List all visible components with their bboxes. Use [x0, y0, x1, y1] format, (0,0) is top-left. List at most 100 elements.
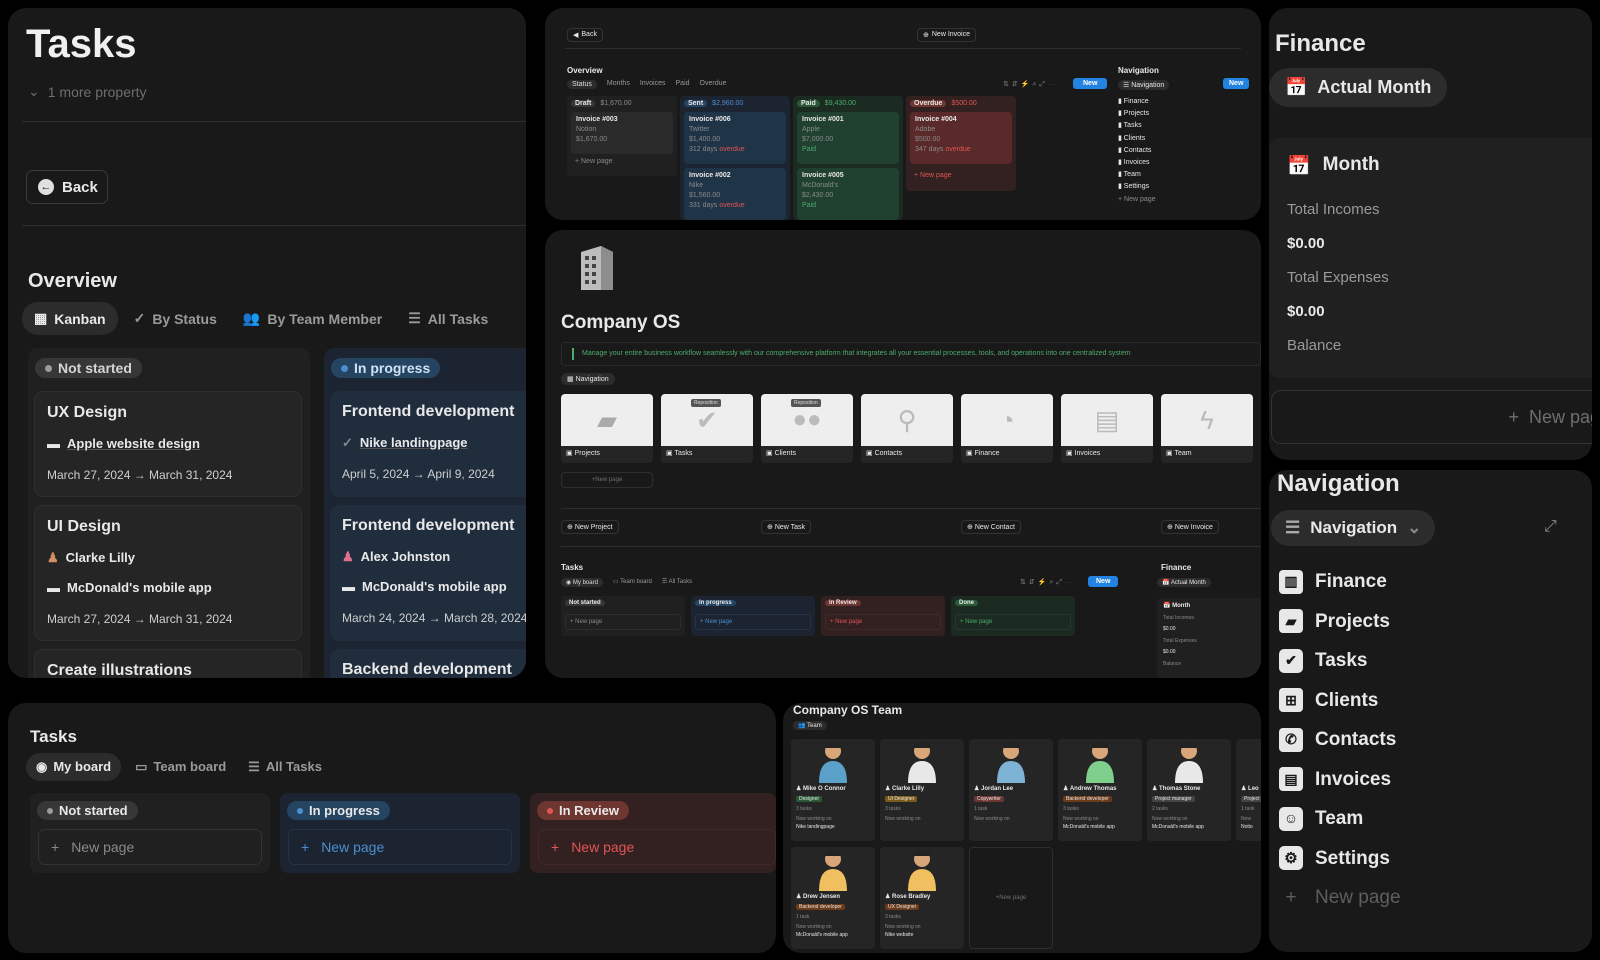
- task-card[interactable]: Backend development: [330, 649, 526, 678]
- navigation-tab[interactable]: ☰ Navigation: [1118, 80, 1170, 90]
- tab-kanban[interactable]: ▦ Kanban: [22, 302, 118, 335]
- tab-my-board[interactable]: ◉ My board: [26, 753, 122, 781]
- nav-item[interactable]: ▮ Team: [1118, 169, 1156, 181]
- invoice-card[interactable]: Invoice #004 Adobe $500.00 347 days overdue: [910, 112, 1012, 164]
- gallery-card-projects[interactable]: ▰ ▣ Projects: [561, 394, 653, 463]
- invoice-card[interactable]: Invoice #006 Twitter $1,400.00 312 days ove…: [684, 112, 786, 164]
- gallery-card-finance[interactable]: ◔ ▣ Finance: [961, 394, 1053, 463]
- nav-item-settings[interactable]: ⚙ Settings: [1279, 839, 1401, 879]
- new-page-button[interactable]: + New page: [288, 829, 512, 865]
- new-page-button[interactable]: + New page: [1118, 194, 1156, 206]
- gallery-card-invoices[interactable]: ▤ ▣ Invoices: [1061, 394, 1153, 463]
- tab-paid[interactable]: Paid: [676, 80, 690, 89]
- tab-by-status[interactable]: ✓ By Status: [124, 302, 227, 335]
- new-page-button[interactable]: + New page: [538, 829, 776, 865]
- nav-item[interactable]: ▮ Tasks: [1118, 120, 1156, 132]
- nav-list: ▥ Finance ▰ Projects ✔ Tasks ⊞ Clients ✆ Cont…: [1279, 562, 1401, 918]
- gallery-card-clients[interactable]: ●● Reposition ▣ Clients: [761, 394, 853, 463]
- new-invoice-button[interactable]: ⊕ New Invoice: [1161, 520, 1219, 534]
- team-member-card[interactable]: ♟ Drew Jensen Backend developer 1 task N…: [791, 847, 875, 949]
- nav-item[interactable]: ▮ Finance: [1118, 96, 1156, 108]
- status-badge: Sent: [684, 100, 708, 107]
- nav-item[interactable]: ▮ Invoices: [1118, 157, 1156, 169]
- nav-item-finance[interactable]: ▥ Finance: [1279, 562, 1401, 602]
- team-member-card[interactable]: ♟ Thomas Stone Project manager 2 tasks N…: [1147, 739, 1231, 841]
- nav-item-invoices[interactable]: ▤ Invoices: [1279, 760, 1401, 800]
- new-button[interactable]: New: [1088, 576, 1119, 587]
- invoice-card[interactable]: Invoice #001 Apple $7,000.00 Paid: [797, 112, 899, 164]
- team-tab[interactable]: 👥 Team: [793, 721, 827, 730]
- task-card[interactable]: UI Design ♟ Clarke Lilly ▬ McDonald's mobi…: [34, 505, 302, 641]
- nav-item-contacts[interactable]: ✆ Contacts: [1279, 720, 1401, 760]
- team-member-card[interactable]: ♟ Leo Project 1 task Now Notio: [1236, 739, 1261, 841]
- tab-overdue[interactable]: Overdue: [700, 80, 727, 89]
- gallery-card-contacts[interactable]: ⚲ ▣ Contacts: [861, 394, 953, 463]
- task-card[interactable]: Frontend development ✓ Nike landingpage A…: [330, 391, 526, 497]
- tab-team-board[interactable]: ▭ Team board: [613, 578, 652, 587]
- invoice-card[interactable]: Invoice #005 McDonald's $2,430.00 Paid: [797, 168, 899, 220]
- gallery-card-tasks[interactable]: ✔ Reposition ▣ Tasks: [661, 394, 753, 463]
- new-page-button[interactable]: + New page: [38, 829, 262, 865]
- month-card[interactable]: 📅 Month Total Incomes $0.00 Total Expense…: [1269, 138, 1592, 378]
- tab-all-tasks[interactable]: ☰ All Tasks: [398, 302, 498, 335]
- invoice-card[interactable]: Invoice #003 Notion $1,670.00: [571, 112, 673, 154]
- tab-months[interactable]: Months: [607, 80, 630, 89]
- tab-all-tasks[interactable]: ☰ All Tasks: [240, 753, 330, 781]
- task-card[interactable]: UX Design ▬ Apple website design March 27…: [34, 391, 302, 497]
- reposition-button[interactable]: Reposition: [791, 399, 821, 407]
- team-member-card[interactable]: ♟ Clarke Lilly UI Designer 3 tasks Now w…: [880, 739, 964, 841]
- more-property-toggle[interactable]: ⌄ 1 more property: [28, 83, 147, 100]
- team-member-card[interactable]: ♟ Mike O Connor Designer 3 tasks Now wor…: [791, 739, 875, 841]
- new-page-button[interactable]: + New page: [575, 158, 613, 165]
- tab-team-board[interactable]: ▭ Team board: [127, 753, 234, 781]
- new-page-button[interactable]: + New page: [969, 847, 1053, 949]
- invoice-card[interactable]: Invoice #002 Nike $1,560.00 331 days overdu…: [684, 168, 786, 220]
- new-button[interactable]: New: [1073, 78, 1108, 89]
- new-project-button[interactable]: ⊕ New Project: [561, 520, 619, 534]
- navigation-tab[interactable]: ☰ Navigation ⌄: [1271, 510, 1436, 546]
- gallery-card-team[interactable]: ϟ ▣ Team: [1161, 394, 1253, 463]
- new-task-button[interactable]: ⊕ New Task: [761, 520, 812, 534]
- team-member-card[interactable]: ♟ Andrew Thomas Backend developer 3 task…: [1058, 739, 1142, 841]
- nav-item[interactable]: ▮ Clients: [1118, 133, 1156, 145]
- nav-item-clients[interactable]: ⊞ Clients: [1279, 681, 1401, 721]
- new-page-button[interactable]: + New page: [825, 614, 941, 630]
- new-invoice-button[interactable]: ⊕ New Invoice: [917, 28, 977, 42]
- tab-my-board[interactable]: ◉ My board: [561, 578, 603, 587]
- new-page-button[interactable]: + New page: [695, 614, 811, 630]
- new-page-button[interactable]: + New page: [561, 472, 653, 488]
- back-button[interactable]: ← Back: [26, 170, 108, 204]
- avatar: [1147, 739, 1231, 783]
- nav-item[interactable]: ▮ Settings: [1118, 181, 1156, 193]
- tab-actual-month[interactable]: 📅 Actual Month: [1269, 68, 1448, 107]
- back-button[interactable]: ◀ Back: [567, 28, 603, 42]
- new-button[interactable]: New: [1223, 78, 1250, 89]
- task-card[interactable]: Frontend development ♟ Alex Johnston ▬ McD…: [330, 505, 526, 641]
- task-card[interactable]: Create illustrations: [34, 649, 302, 678]
- new-page-button[interactable]: + New page: [565, 614, 681, 630]
- new-page-button[interactable]: + New page: [955, 614, 1071, 630]
- nav-item-tasks[interactable]: ✔ Tasks: [1279, 641, 1401, 681]
- new-page-button[interactable]: + New page: [1279, 878, 1400, 918]
- new-page-button[interactable]: +New pag: [1271, 390, 1592, 444]
- tab-actual-month[interactable]: 📅 Actual Month: [1157, 578, 1211, 587]
- nav-item[interactable]: ▮ Contacts: [1118, 145, 1156, 157]
- expand-icon[interactable]: ⤢: [1544, 518, 1557, 536]
- nav-item-team[interactable]: ☺ Team: [1279, 799, 1401, 839]
- tab-by-team-member[interactable]: 👥 By Team Member: [233, 302, 392, 335]
- tab-status[interactable]: Status: [567, 80, 597, 89]
- tab-all-tasks[interactable]: ☰ All Tasks: [662, 578, 692, 587]
- tab-invoices[interactable]: Invoices: [640, 80, 666, 89]
- reposition-button[interactable]: Reposition: [691, 399, 721, 407]
- people-icon: 👥: [242, 310, 261, 326]
- new-page-button[interactable]: + New page: [914, 172, 952, 179]
- team-member-card[interactable]: ♟ Rose Bradley UX Designer 3 tasks Now w…: [880, 847, 964, 949]
- invoice-column-paid: Paid $9,430.00 Invoice #001 Apple $7,000.00…: [793, 96, 903, 220]
- nav-item[interactable]: ▮ Projects: [1118, 108, 1156, 120]
- navigation-tab[interactable]: ▦ Navigation: [561, 373, 615, 385]
- nav-item-projects[interactable]: ▰ Projects: [1279, 602, 1401, 642]
- gear-icon: ⚙: [1279, 846, 1303, 871]
- team-member-card[interactable]: ♟ Jordan Lee Copywriter 1 task Now worki…: [969, 739, 1053, 841]
- month-card[interactable]: 📅 Month Total Incomes $0.00 Total Expense…: [1157, 598, 1261, 678]
- new-contact-button[interactable]: ⊕ New Contact: [961, 520, 1021, 534]
